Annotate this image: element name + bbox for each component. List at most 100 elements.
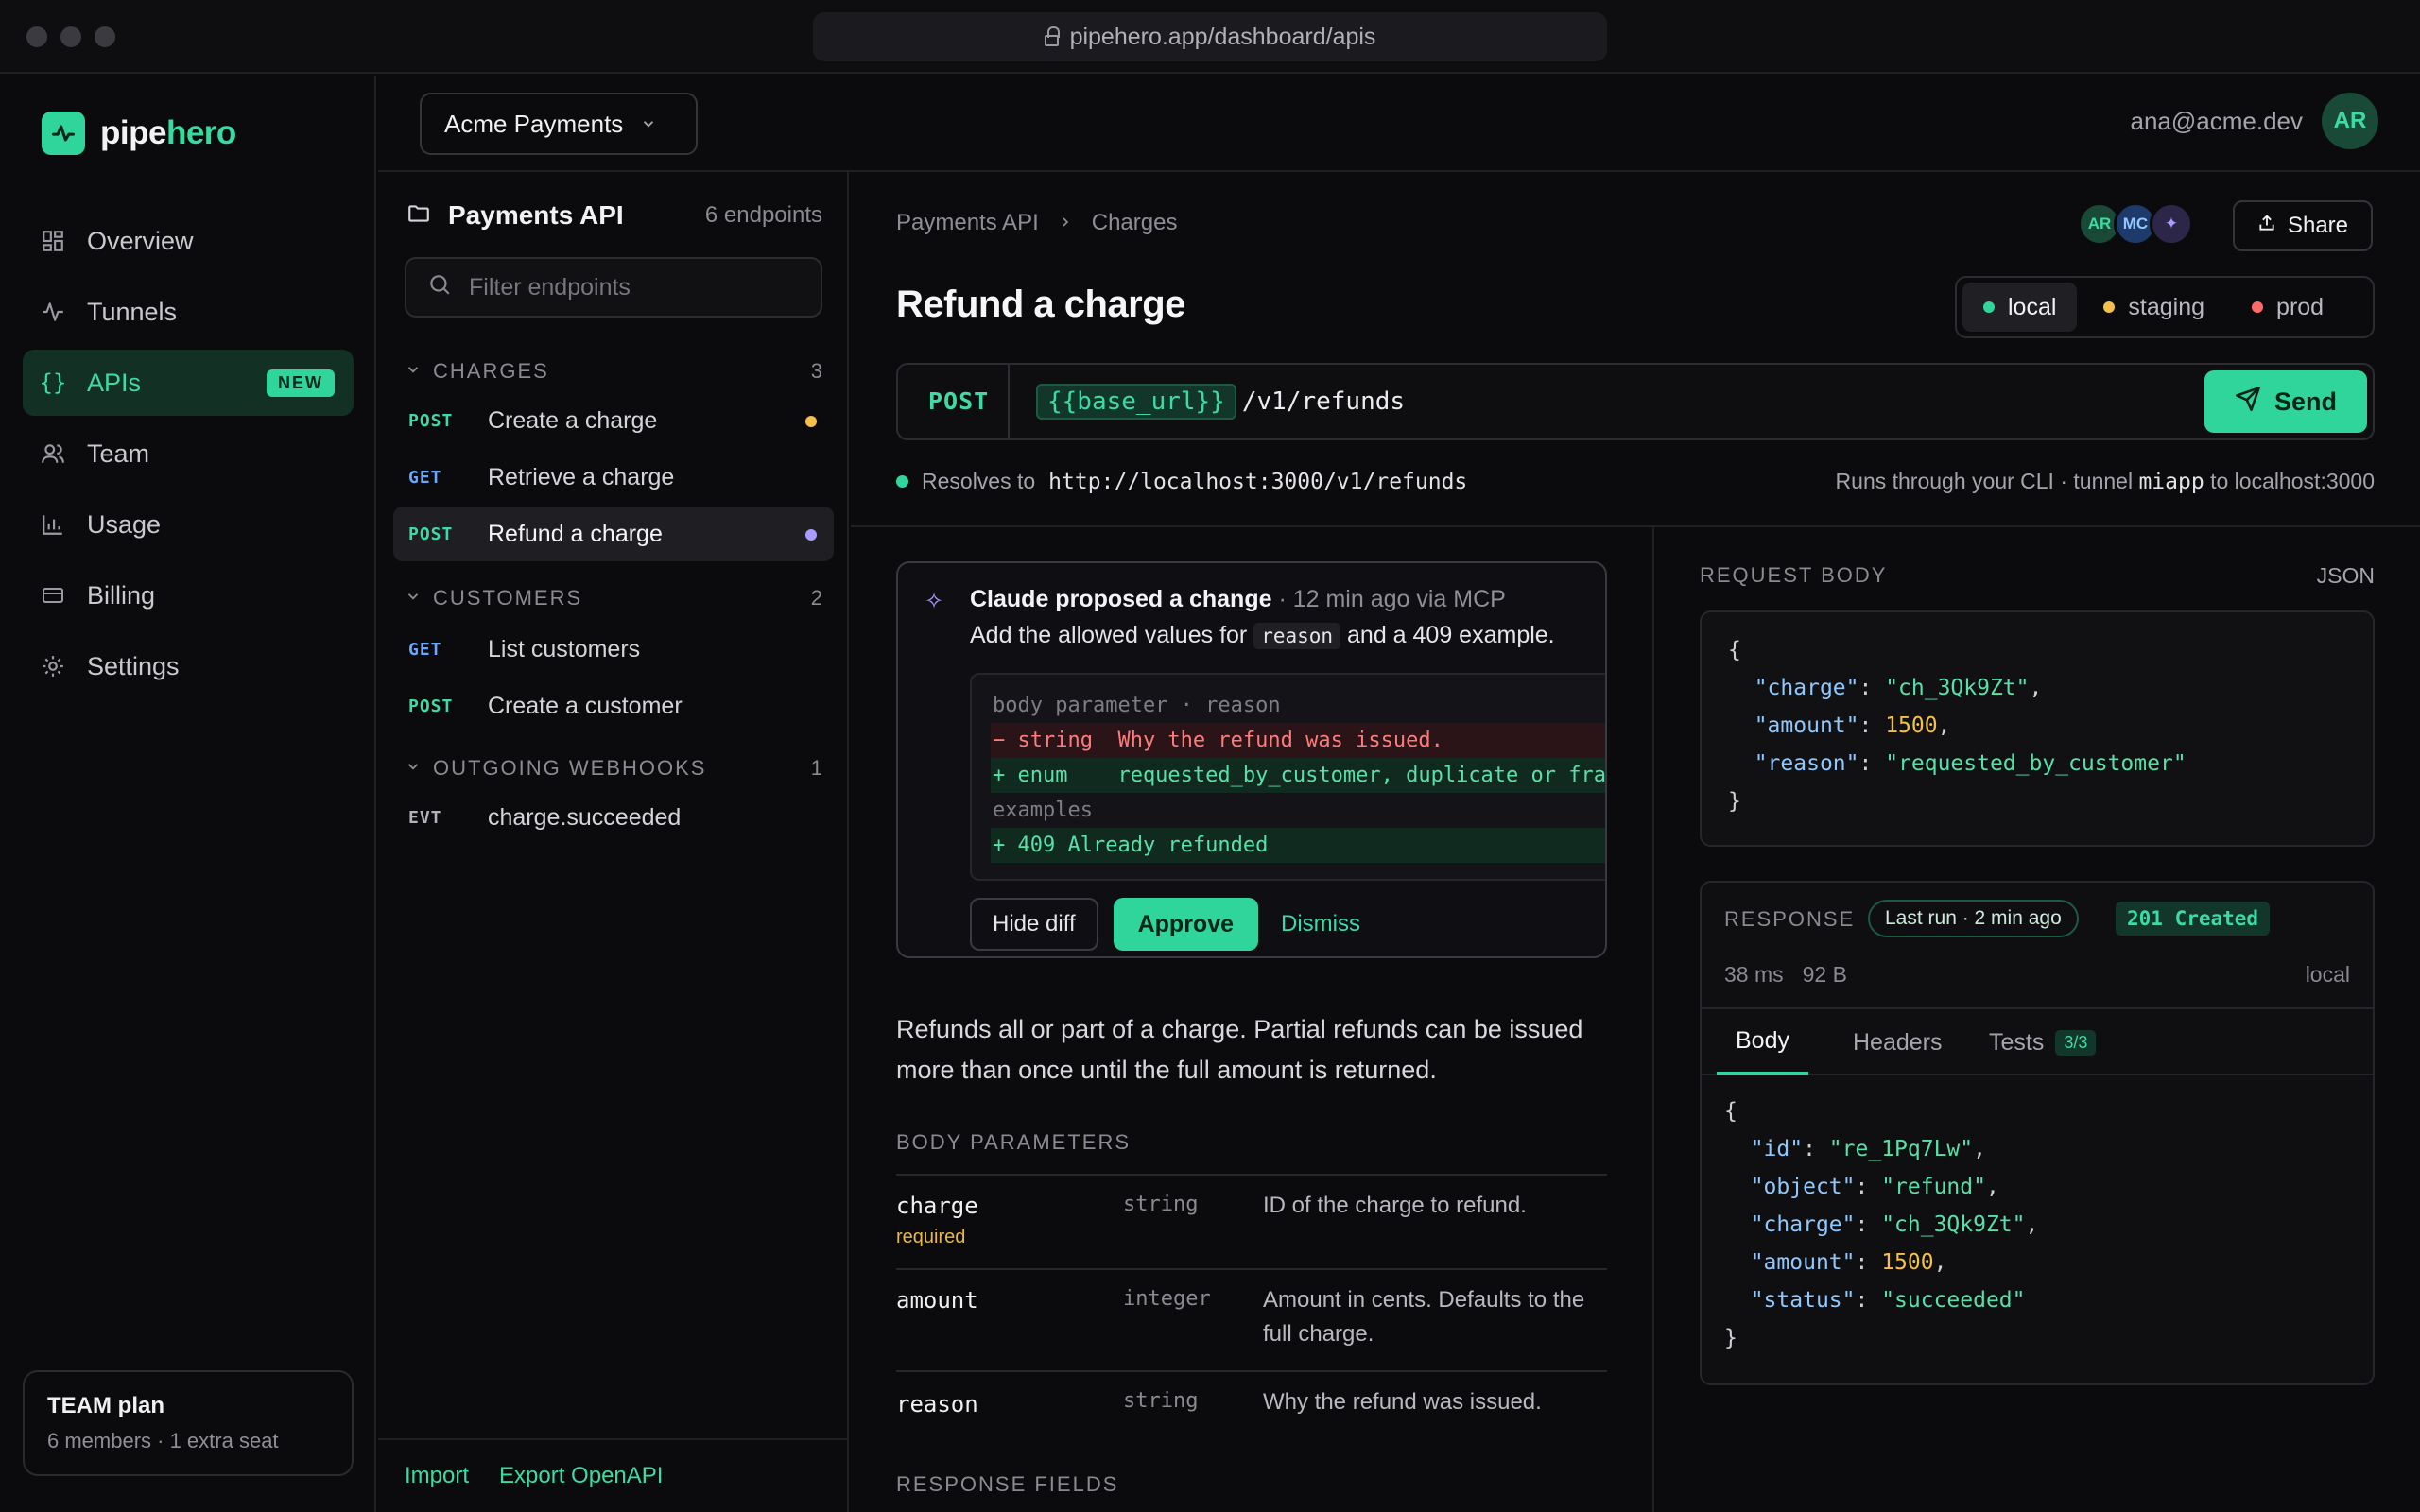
runs-prefix: Runs through your CLI · tunnel: [1835, 469, 2134, 493]
pipehero-logo-icon: [42, 112, 85, 155]
sidebar-item-usage[interactable]: Usage: [23, 491, 354, 558]
avatar[interactable]: AR: [2322, 93, 2378, 149]
proposal-dot: [805, 529, 817, 541]
request-path: /v1/refunds: [1241, 387, 1406, 416]
method-badge: GET: [408, 639, 442, 660]
env-dot: [2252, 301, 2264, 313]
pulse-icon: [40, 299, 66, 325]
unsaved-dot: [805, 416, 817, 427]
dismiss-button[interactable]: Dismiss: [1273, 911, 1368, 937]
env-staging[interactable]: staging: [2083, 283, 2225, 332]
sidebar-item-label: Usage: [87, 509, 162, 539]
response-heading: RESPONSE: [1724, 907, 1856, 931]
address-bar[interactable]: pipehero.app/dashboard/apis: [813, 12, 1607, 61]
method-badge: POST: [408, 696, 454, 716]
chevron-down-icon: [405, 756, 422, 781]
endpoint-create-customer[interactable]: POST Create a customer: [393, 679, 834, 733]
breadcrumb-parent[interactable]: Payments API: [896, 210, 1039, 236]
request-url-input[interactable]: {{base_url}} /v1/refunds: [1036, 384, 1405, 420]
endpoint-detail: Payments API Charges AR MC ✦ Share Refun…: [851, 172, 2420, 1512]
sidebar: pipehero Overview Tunnels {} APIs NEW Te…: [0, 76, 376, 1512]
users-icon: [40, 440, 66, 467]
tab-tests[interactable]: Tests 3/3: [1970, 1009, 2115, 1075]
status-badge: 201 Created: [2116, 902, 2271, 936]
tab-label: Tests: [1989, 1028, 2045, 1056]
request-body-editor[interactable]: { "charge": "ch_3Qk9Zt", "amount": 1500,…: [1700, 610, 2375, 847]
user-menu[interactable]: ana@acme.dev AR: [2131, 93, 2378, 149]
endpoint-retrieve-charge[interactable]: GET Retrieve a charge: [393, 450, 834, 505]
diff-line-added: + 409 Already refunded: [991, 828, 1605, 863]
tab-headers[interactable]: Headers: [1834, 1009, 1962, 1075]
sidebar-item-label: Overview: [87, 226, 194, 255]
group-customers[interactable]: CUSTOMERS 2: [405, 586, 822, 610]
plan-card[interactable]: TEAM plan 6 members · 1 extra seat: [23, 1370, 354, 1476]
folder-icon: [405, 201, 433, 231]
env-dot: [1983, 301, 1995, 313]
endpoint-create-charge[interactable]: POST Create a charge: [393, 393, 834, 448]
proposal-summary: Add the allowed values for reason and a …: [970, 622, 1555, 649]
window-close-dot[interactable]: [26, 26, 47, 47]
share-button[interactable]: Share: [2233, 200, 2373, 251]
proposed-change-card: ✧ Claude proposed a change · 12 min ago …: [896, 561, 1607, 958]
sidebar-item-team[interactable]: Team: [23, 421, 354, 487]
env-local[interactable]: local: [1962, 283, 2078, 332]
divider: [851, 525, 2420, 527]
param-description: ID of the charge to refund.: [1263, 1193, 1527, 1218]
tab-body[interactable]: Body: [1717, 1009, 1808, 1075]
env-label: prod: [2276, 293, 2325, 320]
filter-placeholder: Filter endpoints: [469, 273, 631, 301]
plan-subtitle: 6 members · 1 extra seat: [47, 1429, 279, 1452]
env-prod[interactable]: prod: [2231, 283, 2344, 332]
sidebar-item-billing[interactable]: Billing: [23, 562, 354, 628]
diff-line-added: + enum requested_by_customer, duplicate …: [991, 758, 1605, 793]
workspace-selector[interactable]: Acme Payments: [420, 93, 698, 155]
hide-diff-button[interactable]: Hide diff: [970, 898, 1098, 951]
upload-icon: [2257, 213, 2276, 240]
endpoint-refund-charge[interactable]: POST Refund a charge: [393, 507, 834, 561]
endpoint-label: Retrieve a charge: [488, 463, 675, 490]
response-body: { "id": "re_1Pq7Lw", "object": "refund",…: [1724, 1092, 2038, 1357]
workspace-name: Acme Payments: [444, 109, 624, 138]
response-time: 38 ms: [1724, 962, 1784, 987]
param-type: integer: [1123, 1287, 1211, 1311]
breadcrumb-current[interactable]: Charges: [1092, 210, 1178, 236]
body-parameters-table: charge required string ID of the charge …: [896, 1174, 1607, 1440]
window-zoom-dot[interactable]: [95, 26, 115, 47]
sidebar-item-apis[interactable]: {} APIs NEW: [23, 350, 354, 416]
sidebar-item-overview[interactable]: Overview: [23, 208, 354, 274]
json-line: {: [1728, 638, 1741, 662]
approve-button[interactable]: Approve: [1113, 898, 1259, 951]
method-badge: POST: [408, 524, 454, 544]
export-openapi-link[interactable]: Export OpenAPI: [499, 1463, 663, 1489]
request-body-heading: REQUEST BODY: [1700, 563, 1888, 587]
sparkle-icon[interactable]: ✦: [2150, 202, 2193, 246]
import-link[interactable]: Import: [405, 1463, 469, 1489]
sidebar-item-settings[interactable]: Settings: [23, 633, 354, 699]
sidebar-item-label: Team: [87, 438, 150, 468]
diff-line-removed: − string Why the refund was issued.: [991, 723, 1605, 758]
filter-endpoints-input[interactable]: Filter endpoints: [405, 257, 822, 318]
param-type: string: [1123, 1389, 1199, 1413]
browser-chrome: pipehero.app/dashboard/apis: [0, 0, 2420, 74]
json-line: "id": "re_1Pq7Lw",: [1750, 1137, 1986, 1161]
top-header: Acme Payments ana@acme.dev AR: [378, 76, 2420, 172]
endpoint-list-customers[interactable]: GET List customers: [393, 622, 834, 677]
tests-badge: 3/3: [2055, 1029, 2097, 1056]
sidebar-item-tunnels[interactable]: Tunnels: [23, 279, 354, 345]
send-button[interactable]: Send: [2204, 370, 2367, 433]
base-url-variable[interactable]: {{base_url}}: [1036, 384, 1236, 420]
collection-title: Payments API: [448, 200, 624, 230]
window-minimize-dot[interactable]: [60, 26, 81, 47]
group-count: 3: [810, 359, 822, 383]
group-outgoing-webhooks[interactable]: OUTGOING WEBHOOKS 1: [405, 756, 822, 781]
body-format-selector[interactable]: JSON: [2317, 563, 2375, 589]
lock-icon: [1044, 26, 1060, 46]
param-required: required: [896, 1227, 966, 1247]
param-name: reason: [896, 1391, 978, 1418]
brand[interactable]: pipehero: [42, 112, 236, 155]
param-description: Amount in cents. Defaults to the full ch…: [1263, 1287, 1585, 1347]
group-charges[interactable]: CHARGES 3: [405, 359, 822, 384]
diff-view: body parameter · reason − string Why the…: [970, 673, 1605, 881]
request-method[interactable]: POST: [928, 387, 989, 415]
endpoint-charge-succeeded[interactable]: EVT charge.succeeded: [393, 790, 834, 845]
